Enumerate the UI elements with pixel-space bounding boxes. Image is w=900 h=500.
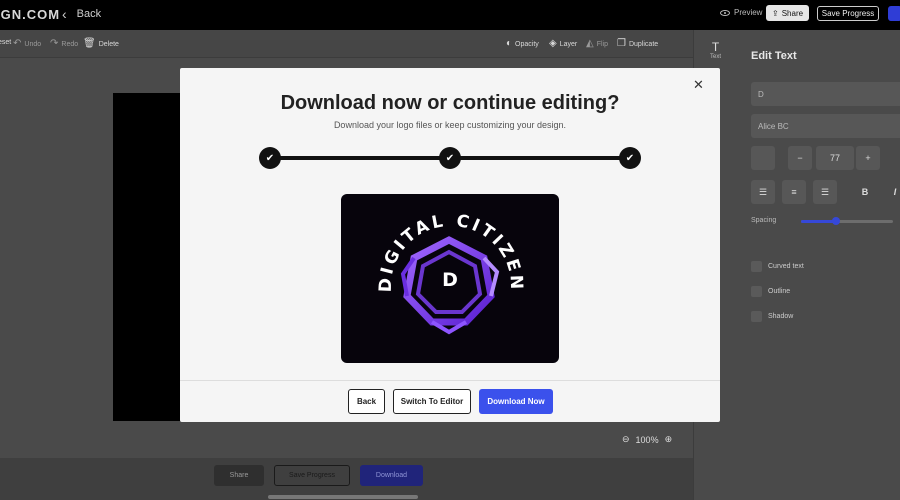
- undo-label: Undo: [24, 40, 42, 48]
- zoom-level: 100%: [635, 434, 659, 445]
- outline-checkbox[interactable]: Outline: [751, 286, 790, 297]
- text-input[interactable]: D: [751, 82, 900, 106]
- artboard[interactable]: [113, 93, 183, 421]
- back-link[interactable]: ‹ Back: [62, 6, 101, 22]
- chevron-left-icon: ‹: [62, 6, 67, 22]
- opacity-label: Opacity: [515, 40, 539, 48]
- size-increase-button[interactable]: +: [856, 146, 880, 170]
- delete-button[interactable]: 🗑 Delete: [83, 39, 119, 49]
- tool-text-label: Text: [709, 54, 721, 60]
- flip-icon: ◭: [586, 38, 594, 49]
- share-button[interactable]: ⇪ Share: [766, 5, 810, 21]
- logo-graphic: DIGITAL CITIZEN D: [376, 211, 523, 335]
- shadow-label: Shadow: [768, 313, 794, 320]
- zoom-controls: ⊖ 100% ⊕: [622, 434, 672, 445]
- save-progress-button[interactable]: Save Progress: [817, 6, 879, 21]
- logo-monogram: D: [442, 269, 458, 291]
- curved-text-checkbox[interactable]: Curved text: [751, 261, 804, 272]
- layers-icon: ◈: [549, 38, 557, 49]
- horizontal-scrollbar[interactable]: [268, 495, 418, 499]
- edit-text-panel: Edit Text D Alice BC − 77 + ☰ ≡ ☰ B I Sp…: [737, 30, 900, 500]
- layer-label: Layer: [559, 40, 578, 48]
- download-now-button[interactable]: Download Now: [479, 389, 553, 414]
- outline-label: Outline: [768, 288, 791, 295]
- delete-label: Delete: [98, 40, 119, 48]
- download-top-button[interactable]: [888, 6, 900, 21]
- bottom-bar: Share Save Progress Download: [0, 458, 693, 500]
- switch-to-editor-button[interactable]: Switch To Editor: [393, 389, 471, 414]
- flip-button[interactable]: ◭ Flip: [586, 39, 608, 49]
- spacing-slider-handle[interactable]: [831, 217, 840, 225]
- step-2-check-icon: ✔: [439, 147, 461, 169]
- modal-footer: Back Switch To Editor Download Now: [180, 380, 720, 422]
- text-icon: T: [711, 40, 720, 54]
- preview-label: Preview: [734, 8, 763, 17]
- align-center-icon[interactable]: ≡: [782, 180, 806, 204]
- bottom-save-progress-button[interactable]: Save Progress: [274, 465, 350, 486]
- step-1-check-icon: ✔: [259, 147, 281, 169]
- reset-label: eset: [0, 39, 12, 46]
- redo-icon: ↷: [50, 38, 59, 49]
- undo-icon: ↶: [13, 38, 22, 49]
- flip-label: Flip: [596, 40, 608, 48]
- zoom-in-icon[interactable]: ⊕: [665, 434, 673, 445]
- back-link-label: Back: [76, 8, 102, 20]
- size-input[interactable]: 77: [816, 146, 854, 170]
- panel-title: Edit Text: [751, 50, 797, 62]
- shadow-checkbox[interactable]: Shadow: [751, 311, 793, 322]
- step-3-check-icon: ✔: [619, 147, 641, 169]
- download-modal: ✕ Download now or continue editing? Down…: [180, 68, 720, 422]
- bottom-download-button[interactable]: Download: [360, 465, 423, 486]
- bottom-share-button[interactable]: Share: [214, 465, 264, 486]
- preview-button[interactable]: Preview: [720, 8, 762, 17]
- curved-text-label: Curved text: [768, 263, 804, 270]
- color-swatch[interactable]: [751, 146, 775, 170]
- zoom-out-icon[interactable]: ⊖: [622, 434, 630, 445]
- checkbox-box: [751, 311, 762, 322]
- align-left-icon[interactable]: ☰: [751, 180, 775, 204]
- undo-button[interactable]: ↶ Undo: [13, 39, 41, 49]
- checkbox-box: [751, 261, 762, 272]
- redo-label: Redo: [61, 40, 79, 48]
- duplicate-button[interactable]: ❐ Duplicate: [617, 39, 658, 49]
- spacing-slider[interactable]: [801, 217, 893, 225]
- font-select[interactable]: Alice BC: [751, 114, 900, 138]
- logo-preview: DIGITAL CITIZEN D: [341, 194, 559, 363]
- modal-title: Download now or continue editing?: [280, 92, 620, 114]
- close-icon[interactable]: ✕: [693, 77, 704, 93]
- duplicate-label: Duplicate: [628, 40, 659, 48]
- top-bar: IGN.COM ‹ Back Preview ⇪ Share Save Prog…: [0, 0, 900, 30]
- reset-button[interactable]: eset: [0, 39, 11, 46]
- checkbox-box: [751, 286, 762, 297]
- layer-button[interactable]: ◈ Layer: [549, 39, 577, 49]
- eye-icon: [720, 9, 730, 16]
- tool-text[interactable]: T Text: [694, 40, 737, 60]
- bold-icon[interactable]: B: [853, 180, 877, 204]
- size-decrease-button[interactable]: −: [788, 146, 812, 170]
- brand-logo[interactable]: IGN.COM: [0, 7, 60, 22]
- align-right-icon[interactable]: ☰: [813, 180, 837, 204]
- spacing-slider-fill: [801, 220, 836, 223]
- opacity-button[interactable]: ◐ Opacity: [506, 39, 539, 49]
- duplicate-icon: ❐: [617, 38, 626, 49]
- share-label: Share: [781, 8, 804, 18]
- spacing-label: Spacing: [751, 217, 777, 224]
- share-icon: ⇪: [772, 8, 779, 18]
- editor-toolbar: eset ↶ Undo ↷ Redo 🗑 Delete ◐ Opacity ◈ …: [0, 30, 693, 58]
- back-button[interactable]: Back: [348, 389, 385, 414]
- trash-icon: 🗑: [83, 38, 96, 49]
- redo-button[interactable]: ↷ Redo: [50, 39, 78, 49]
- opacity-icon: ◐: [506, 38, 513, 49]
- italic-icon[interactable]: I: [883, 180, 900, 204]
- modal-subtitle: Download your logo files or keep customi…: [333, 120, 567, 130]
